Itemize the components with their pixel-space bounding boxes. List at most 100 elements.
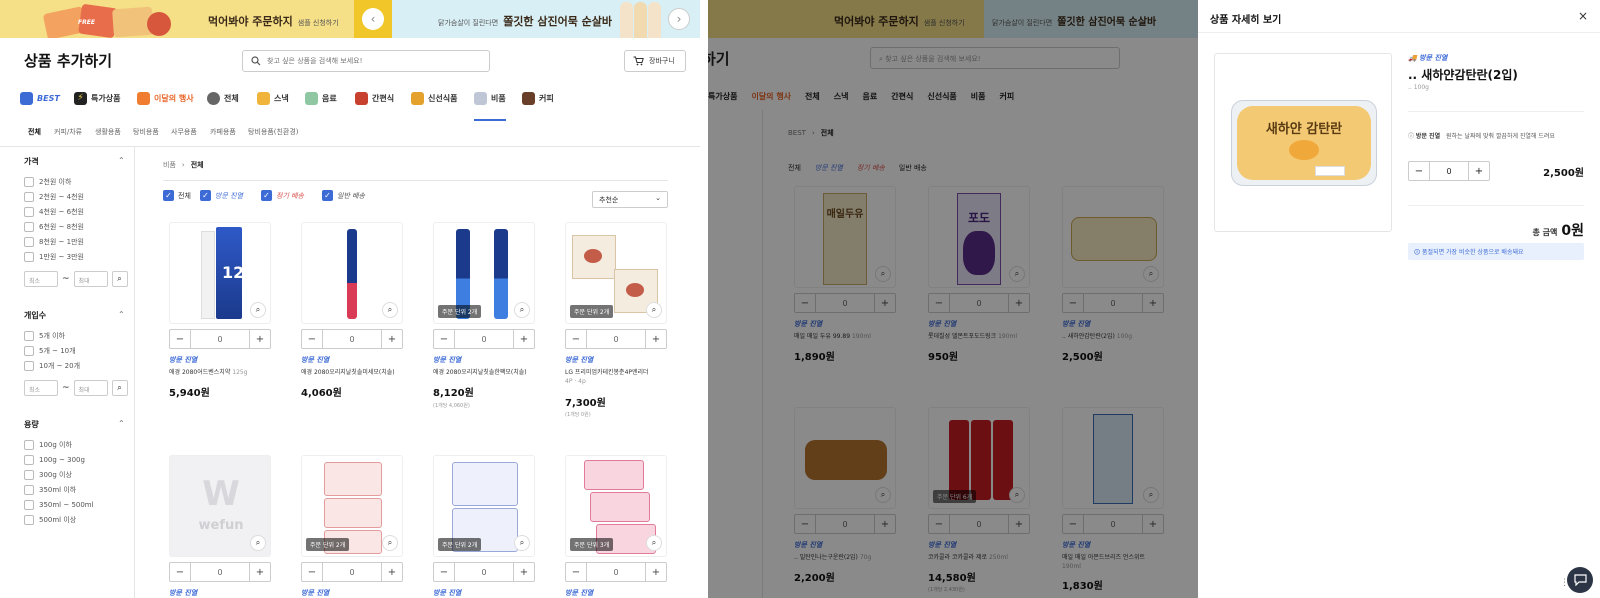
delivery-filter-visit[interactable]: ✓ 방문 진열 <box>200 190 243 201</box>
checkbox[interactable] <box>24 515 34 525</box>
plus-button[interactable]: + <box>250 567 270 578</box>
count-option[interactable]: 5개 이하 <box>24 331 65 341</box>
category-snack[interactable]: 스낵 <box>257 92 289 105</box>
plus-button[interactable]: + <box>646 567 666 578</box>
minus-button[interactable]: − <box>566 567 586 578</box>
zoom-button[interactable]: ⌕ <box>250 535 266 551</box>
product-card[interactable]: 12 ⌕ −0 + 방문 진열 애경 2080어드벤스치약 125g 5,940원 <box>169 222 271 417</box>
quantity-value[interactable]: 0 <box>454 563 514 581</box>
count-search-button[interactable]: ⌕ <box>111 380 128 396</box>
checkbox[interactable] <box>24 207 34 217</box>
minus-button[interactable]: − <box>434 567 454 578</box>
count-option[interactable]: 5개 ~ 10개 <box>24 346 76 356</box>
quantity-value[interactable]: 0 <box>1429 162 1469 180</box>
chevron-up-icon[interactable]: ⌃ <box>118 419 125 428</box>
minus-button[interactable]: − <box>434 334 454 345</box>
delivery-filter-normal[interactable]: ✓ 일반 배송 <box>322 190 365 201</box>
search-input[interactable] <box>267 57 467 65</box>
subcat-tab-eco[interactable]: 탕비용품(친환경) <box>248 127 299 137</box>
price-search-button[interactable]: ⌕ <box>111 271 128 287</box>
checkbox[interactable] <box>24 237 34 247</box>
product-card[interactable]: W wefun ⌕ −0 + 방문 진열 <box>169 455 271 598</box>
volume-option[interactable]: 100g ~ 300g <box>24 455 85 465</box>
quantity-value[interactable]: 0 <box>586 563 646 581</box>
price-option[interactable]: 6천원 ~ 8천원 <box>24 222 84 232</box>
quantity-stepper[interactable]: −0 + <box>433 562 535 582</box>
zoom-button[interactable]: ⌕ <box>382 535 398 551</box>
quantity-stepper[interactable]: −0 + <box>565 562 667 582</box>
checkbox[interactable] <box>24 222 34 232</box>
quantity-stepper[interactable]: −0 + <box>565 329 667 349</box>
cart-button[interactable]: 장바구니 <box>624 50 686 72</box>
quantity-value[interactable]: 0 <box>454 330 514 348</box>
checkbox[interactable] <box>24 485 34 495</box>
category-supplies[interactable]: 비품 <box>474 92 506 121</box>
search-box[interactable] <box>242 50 490 72</box>
checkbox[interactable] <box>24 440 34 450</box>
chevron-up-icon[interactable]: ⌃ <box>118 310 125 319</box>
delivery-filter-regular[interactable]: ✓ 정기 배송 <box>261 190 304 201</box>
subcat-tab-coffee-tea[interactable]: 커피/차류 <box>54 127 82 137</box>
product-card[interactable]: 주문 단위 3개 ⌕ −0 + 방문 진열 <box>565 455 667 598</box>
price-min-input[interactable]: 최소 <box>24 271 58 287</box>
checkbox[interactable] <box>24 331 34 341</box>
zoom-button[interactable]: ⌕ <box>382 302 398 318</box>
price-option[interactable]: 4천원 ~ 6천원 <box>24 207 84 217</box>
minus-button[interactable]: − <box>302 567 322 578</box>
zoom-button[interactable]: ⌕ <box>514 302 530 318</box>
plus-button[interactable]: + <box>514 334 534 345</box>
volume-option[interactable]: 300g 이상 <box>24 470 72 480</box>
sort-select[interactable]: 추천순 ⌄ <box>592 191 668 208</box>
plus-button[interactable]: + <box>382 334 402 345</box>
modal-backdrop[interactable] <box>708 0 1198 598</box>
plus-button[interactable]: + <box>646 334 666 345</box>
count-option[interactable]: 10개 ~ 20개 <box>24 361 80 371</box>
quantity-stepper[interactable]: −0 + <box>433 329 535 349</box>
chevron-up-icon[interactable]: ⌃ <box>118 156 125 165</box>
price-option[interactable]: 2천원 이하 <box>24 177 71 187</box>
subcat-tab-office[interactable]: 사무용품 <box>171 127 197 137</box>
banner-prev-button[interactable]: ‹ <box>362 8 384 30</box>
minus-button[interactable]: − <box>1409 166 1429 177</box>
category-fresh[interactable]: 신선식품 <box>411 92 457 105</box>
plus-button[interactable]: + <box>1469 166 1489 177</box>
minus-button[interactable]: − <box>302 334 322 345</box>
subcat-tab-all[interactable]: 전체 <box>28 127 41 137</box>
minus-button[interactable]: − <box>170 334 190 345</box>
count-max-input[interactable]: 최대 <box>73 380 108 396</box>
subcat-tab-pantry[interactable]: 탕비용품 <box>133 127 159 137</box>
category-all[interactable]: 전체 <box>207 92 239 105</box>
checkbox[interactable] <box>24 177 34 187</box>
volume-option[interactable]: 350ml 이하 <box>24 485 76 495</box>
quantity-stepper[interactable]: −0 + <box>301 329 403 349</box>
checkbox[interactable] <box>24 500 34 510</box>
zoom-button[interactable]: ⌕ <box>250 302 266 318</box>
volume-option[interactable]: 350ml ~ 500ml <box>24 500 94 510</box>
checkbox[interactable] <box>24 252 34 262</box>
quantity-value[interactable]: 0 <box>190 330 250 348</box>
category-best[interactable]: BEST <box>20 92 60 105</box>
checkbox[interactable] <box>24 470 34 480</box>
quantity-value[interactable]: 0 <box>190 563 250 581</box>
minus-button[interactable]: − <box>170 567 190 578</box>
breadcrumb-item[interactable]: 비품 <box>163 161 176 169</box>
price-option[interactable]: 1만원 ~ 3만원 <box>24 252 84 262</box>
subcat-tab-living[interactable]: 생활용품 <box>95 127 121 137</box>
chat-button[interactable] <box>1567 567 1593 593</box>
zoom-button[interactable]: ⌕ <box>514 535 530 551</box>
checkbox[interactable] <box>24 455 34 465</box>
checkbox[interactable] <box>24 192 34 202</box>
subcat-tab-cafe[interactable]: 카페용품 <box>210 127 236 137</box>
detail-quantity-stepper[interactable]: − 0 + <box>1408 161 1490 181</box>
quantity-value[interactable]: 0 <box>322 330 382 348</box>
product-card[interactable]: 주문 단위 2개 ⌕ −0 + 방문 진열 <box>433 455 535 598</box>
plus-button[interactable]: + <box>382 567 402 578</box>
price-option[interactable]: 8천원 ~ 1만원 <box>24 237 84 247</box>
category-coffee[interactable]: 커피 <box>522 92 554 105</box>
product-card[interactable]: 주문 단위 2개 ⌕ −0 + 방문 진열 <box>301 455 403 598</box>
promo-banner-2[interactable]: 닭가슴살이 질린다면 쫄깃한 삼진어묵 순살바 › <box>392 0 700 38</box>
zoom-button[interactable]: ⌕ <box>646 302 662 318</box>
price-option[interactable]: 2천원 ~ 4천원 <box>24 192 84 202</box>
product-card[interactable]: 주문 단위 2개 ⌕ −0 + 방문 진열 애경 2080오리지날칫솔한팩모(치솔… <box>433 222 535 417</box>
plus-button[interactable]: + <box>250 334 270 345</box>
